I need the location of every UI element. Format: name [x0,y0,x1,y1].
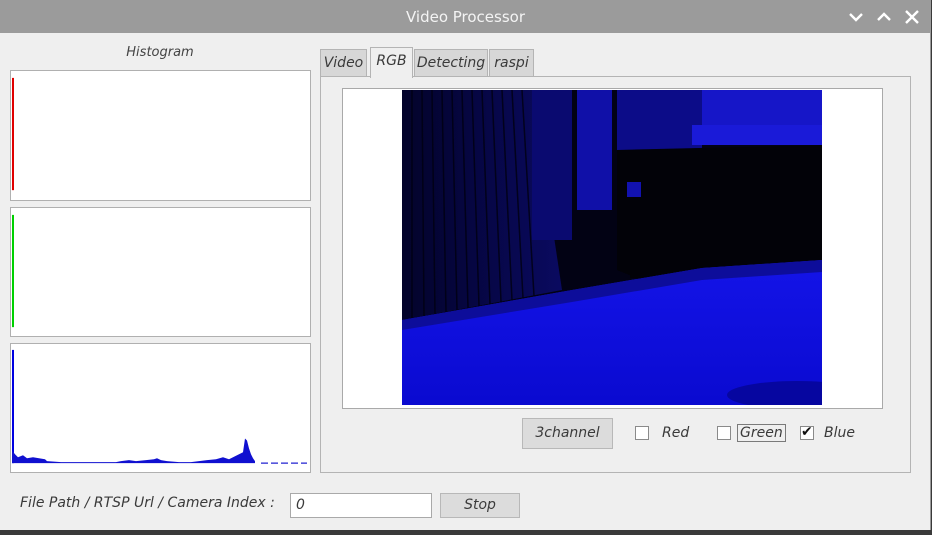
green-histogram [10,207,311,337]
red-checkbox-label: Red [662,425,690,441]
maximize-icon[interactable] [875,8,893,26]
close-icon[interactable] [903,8,921,26]
blue-histogram [10,343,311,473]
desktop-background [0,530,932,535]
stop-button[interactable]: Stop [440,493,520,518]
tab-raspi[interactable]: raspi [489,49,534,77]
video-frame [402,90,822,405]
app-window: Video Processor Histogram Video RGB Dete… [0,0,931,530]
tab-rgb[interactable]: RGB [370,47,413,78]
histogram-label: Histogram [126,45,194,60]
window-title: Video Processor [405,8,526,26]
blue-checkbox-box[interactable] [800,424,814,440]
red-checkbox-box[interactable] [635,426,649,440]
tab-detecting[interactable]: Detecting [414,49,488,77]
3channel-button[interactable]: 3channel [522,418,613,449]
green-checkbox[interactable]: Green [717,424,786,442]
title-bar[interactable]: Video Processor [0,0,931,33]
green-checkbox-box[interactable] [717,426,731,440]
blue-histogram-area [12,438,255,464]
tab-video[interactable]: Video [320,49,367,77]
minimize-icon[interactable] [847,8,865,26]
source-input[interactable]: 0 [290,493,432,518]
blue-checkbox[interactable]: Blue [800,424,855,441]
source-label: File Path / RTSP Url / Camera Index : [20,495,275,511]
blue-checkbox-label: Blue [824,425,855,441]
red-histogram [10,70,311,201]
green-checkbox-label: Green [737,424,786,442]
red-checkbox[interactable]: Red [635,425,689,441]
